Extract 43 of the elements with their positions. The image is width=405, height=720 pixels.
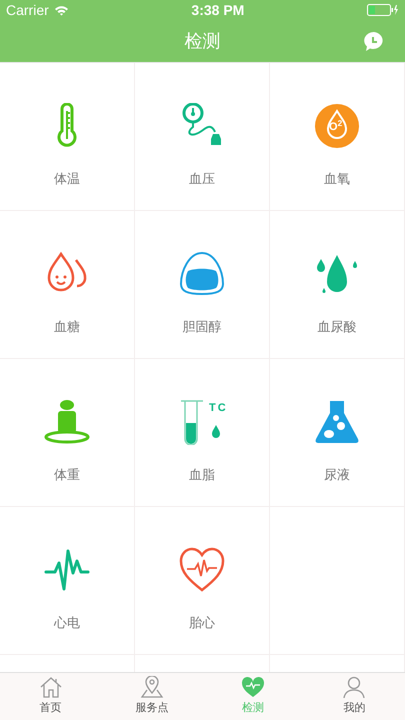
test-tile[interactable]: 血糖 [0,211,135,359]
tab-bar-item[interactable]: 我的 [304,673,405,720]
page-title: 检测 [184,30,220,52]
test-tile[interactable]: 心电 [0,507,135,655]
tab-bar-item[interactable]: 服务点 [101,673,202,720]
test-label: 体重 [54,466,80,484]
heart-pulse-icon [179,547,225,593]
test-label: 血压 [189,170,215,188]
test-tile[interactable]: 血尿酸 [270,211,405,359]
test-label: 胎心 [189,614,215,632]
drop-circle-icon [314,103,360,149]
test-label: 尿液 [324,466,350,484]
heart-pulse-icon [241,676,266,698]
test-tile[interactable]: TC 血脂 [135,359,270,507]
test-tile[interactable]: 胎心 [135,507,270,655]
test-tile[interactable]: 血压 [135,63,270,211]
test-tile[interactable]: 胆固醇 [135,211,270,359]
test-label: 血氧 [324,170,350,188]
home-icon [38,676,63,698]
carrier-text: Carrier [6,0,49,20]
test-tile[interactable]: O$^{2}$ 血氧 [270,63,405,211]
test-label: 胆固醇 [182,318,222,336]
test-tile[interactable]: 体温 [0,63,135,211]
blob-container-icon [179,251,225,297]
icon-text: TC [209,403,228,414]
person-icon [342,676,366,698]
clock-text: 3:38 PM [190,0,246,20]
flask-bubbles-icon [314,399,360,445]
test-label: 血尿酸 [318,318,356,336]
map-pin-icon [140,676,164,698]
wifi-icon [54,4,69,16]
person-on-ring-icon [44,399,90,445]
battery-icon [367,4,399,16]
test-label: 血糖 [54,318,80,336]
icon-text: O$^{2}$ [329,122,342,133]
pulse-line-icon [44,547,90,593]
test-tile[interactable]: 体重 [0,359,135,507]
test-tile[interactable]: 尿液 [270,359,405,507]
tab-bar-item[interactable]: 首页 [0,673,102,720]
test-label: 血脂 [189,466,215,484]
test-label: 心电 [54,614,80,632]
chat-clock-icon[interactable] [363,31,385,52]
test-label: 体温 [54,170,80,188]
